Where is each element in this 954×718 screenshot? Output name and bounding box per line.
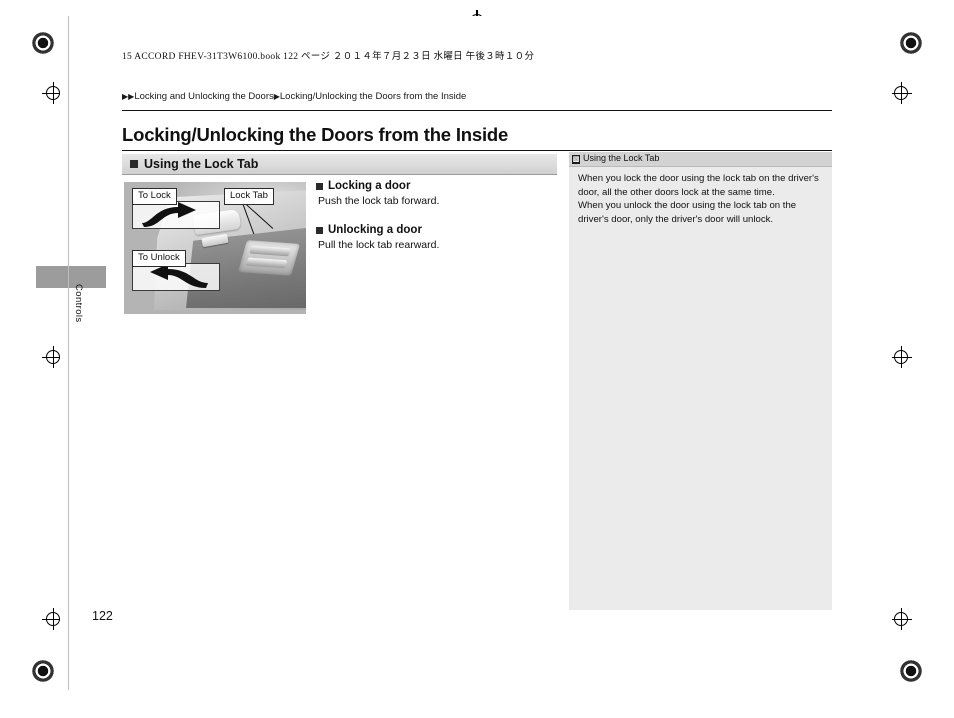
callout-to-lock: To Lock <box>132 188 177 205</box>
note-marker-icon: ▧ <box>572 154 580 164</box>
side-note-paragraph-1: When you lock the door using the lock ta… <box>578 173 819 198</box>
lock-tab-illustration: To Lock To Unlock Lock Tab <box>124 182 306 314</box>
registration-target-right-top <box>890 82 912 104</box>
subheading-bullet-icon <box>316 182 323 190</box>
registration-circle-top-left <box>30 30 56 56</box>
side-note-body: When you lock the door using the lock ta… <box>578 172 822 226</box>
side-note-title: Using the Lock Tab <box>583 153 660 163</box>
side-note-paragraph-2: When you unlock the door using the lock … <box>578 200 797 225</box>
registration-target-right-middle <box>890 346 912 368</box>
callout-to-unlock: To Unlock <box>132 250 186 267</box>
header-divider <box>122 110 832 111</box>
registration-target-right-bottom <box>890 608 912 630</box>
subheading-unlocking-a-door: Unlocking a door <box>316 224 552 236</box>
registration-circle-bottom-right <box>898 658 924 684</box>
body-text-locking: Push the lock tab forward. <box>318 195 440 207</box>
section-bullet-icon <box>130 160 138 168</box>
subheading-unlocking-label: Unlocking a door <box>328 224 422 236</box>
section-header-bar: Using the Lock Tab <box>122 154 557 175</box>
breadcrumb-item-1[interactable]: Locking and Unlocking the Doors <box>134 91 273 102</box>
side-note-panel: ▧ Using the Lock Tab When you lock the d… <box>569 152 832 610</box>
title-divider <box>122 150 832 151</box>
section-title: Using the Lock Tab <box>144 157 259 171</box>
body-text-column: Locking a door Push the lock tab forward… <box>316 180 552 268</box>
subheading-locking-a-door: Locking a door <box>316 180 552 192</box>
breadcrumb-arrow-1: ▶▶ <box>122 92 135 101</box>
subheading-bullet-icon-2 <box>316 226 323 234</box>
callout-lock-tab: Lock Tab <box>224 188 274 205</box>
page-number: 122 <box>92 609 113 623</box>
side-note-header: ▧ Using the Lock Tab <box>569 152 832 167</box>
chapter-tab-marker <box>36 266 106 288</box>
page-sheet: 15 ACCORD FHEV-31T3W6100.book 122 ページ ２０… <box>36 16 892 690</box>
subheading-locking-label: Locking a door <box>328 180 411 192</box>
chapter-tab-label: Controls <box>73 284 84 323</box>
breadcrumb: ▶▶Locking and Unlocking the Doors▶Lockin… <box>122 91 466 102</box>
page-title: Locking/Unlocking the Doors from the Ins… <box>122 124 509 145</box>
breadcrumb-item-2[interactable]: Locking/Unlocking the Doors from the Ins… <box>280 91 466 102</box>
body-text-unlocking: Pull the lock tab rearward. <box>318 239 440 251</box>
print-header: 15 ACCORD FHEV-31T3W6100.book 122 ページ ２０… <box>122 52 535 62</box>
spine-rule <box>68 16 69 690</box>
window-switch-panel <box>237 240 301 276</box>
registration-circle-bottom-left <box>30 658 56 684</box>
registration-circle-top-right <box>898 30 924 56</box>
